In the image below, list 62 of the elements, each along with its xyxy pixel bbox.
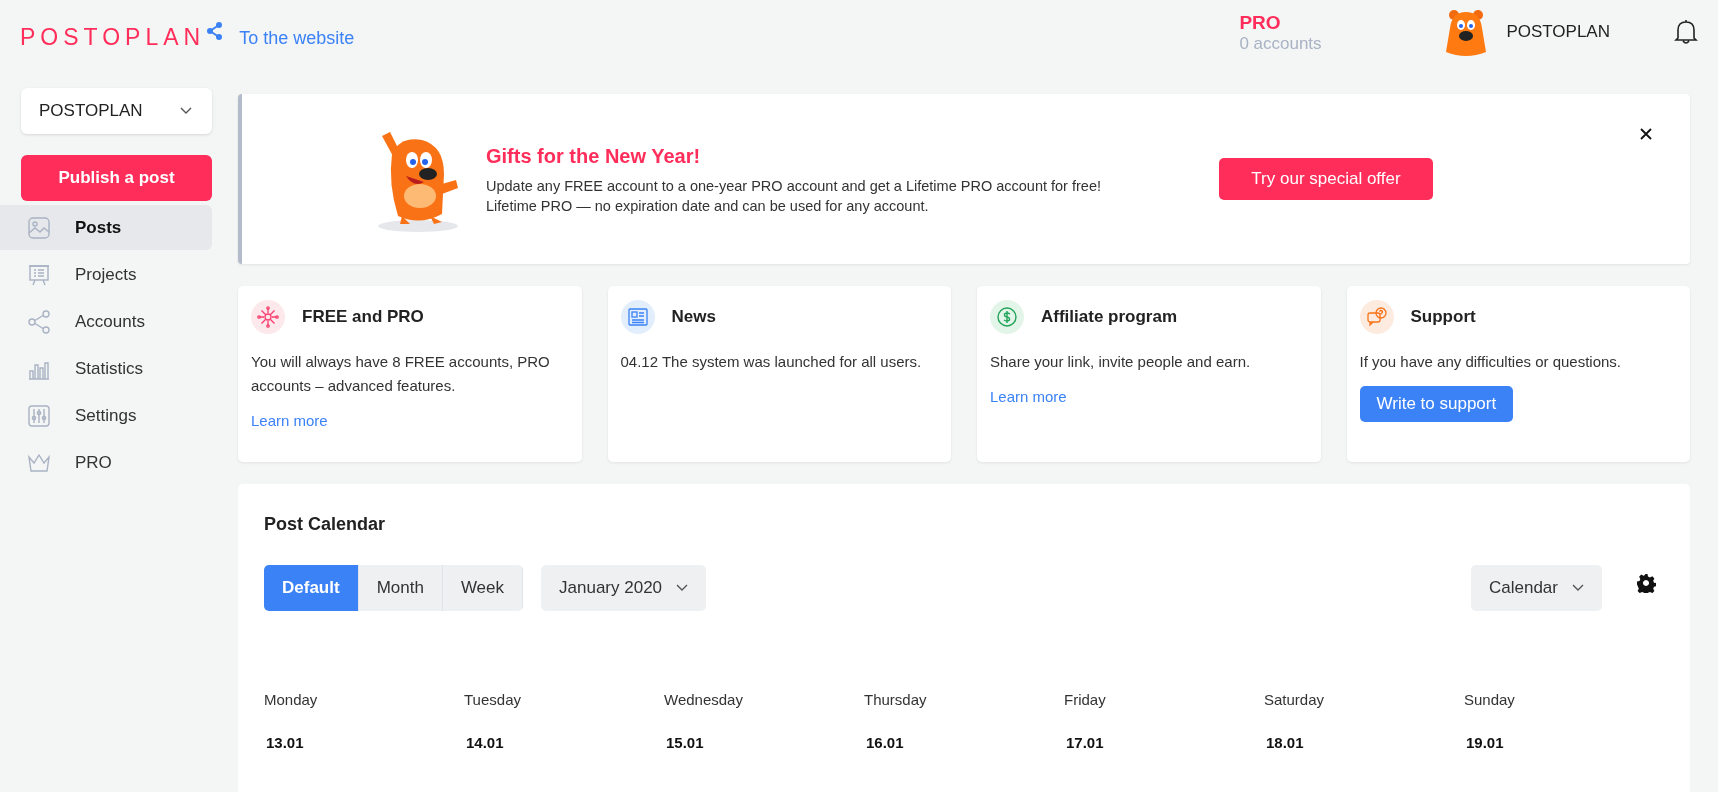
month-select[interactable]: January 2020 — [541, 565, 707, 611]
card-text: If you have any difficulties or questions. — [1359, 352, 1623, 372]
date-label: 18.01 — [1265, 734, 1305, 751]
dollar-icon — [990, 300, 1024, 334]
sidebar-item[interactable]: PRO — [0, 440, 212, 485]
weekday-label: Saturday — [1264, 691, 1326, 708]
share-icon — [207, 22, 224, 40]
plan-name: PRO — [1239, 12, 1282, 34]
sidebar-item[interactable]: Posts — [0, 205, 212, 250]
card-text: Share your link, invite people and earn. — [990, 352, 1252, 372]
publish-post-button[interactable]: Publish a post — [21, 155, 212, 201]
weekday-label: Monday — [264, 691, 319, 708]
weekday-label: Wednesday — [664, 691, 744, 708]
mascot-avatar-icon[interactable] — [1444, 8, 1489, 56]
special-offer-button[interactable]: Try our special offer — [1218, 158, 1433, 200]
card-title: Affiliate program — [1041, 307, 1178, 327]
share-icon — [27, 309, 51, 334]
card-title: FREE and PRO — [302, 307, 424, 327]
learn-more-link[interactable]: Learn more — [251, 412, 328, 429]
sidebar-item[interactable]: Settings — [0, 393, 212, 438]
easel-icon — [27, 262, 51, 287]
view-tab[interactable]: Default — [264, 565, 359, 611]
account-count: 0 accounts — [1239, 34, 1323, 54]
sidebar-item[interactable]: Projects — [0, 252, 212, 297]
view-tab[interactable]: Week — [442, 565, 524, 611]
chevron-down-icon — [180, 107, 192, 115]
view-mode-select[interactable]: Calendar — [1471, 565, 1602, 611]
weekday-label: Tuesday — [464, 691, 522, 708]
weekday-label: Sunday — [1464, 691, 1516, 708]
weekday-label: Thursday — [864, 691, 928, 708]
promo-title: Gifts for the New Year! — [486, 144, 702, 168]
card-title: News — [671, 307, 716, 327]
chevron-down-icon — [676, 584, 689, 592]
snowflake-icon — [251, 300, 285, 334]
settings-icon[interactable] — [1636, 573, 1656, 593]
promo-text: Lifetime PRO — no expiration date and can be used for any account. — [486, 197, 930, 214]
sliders-icon — [27, 403, 51, 428]
learn-more-link[interactable]: Learn more — [990, 388, 1067, 405]
picture-icon — [27, 215, 51, 240]
promo-text: Update any FREE account to a one-year PRO account and get a Lifetime PRO account for free! — [486, 177, 1101, 194]
card-text: You will always have 8 FREE accounts, PRO accounts – advanced features. — [251, 352, 551, 396]
date-label: 14.01 — [465, 734, 505, 751]
sidebar-item[interactable]: Statistics — [0, 346, 212, 391]
weekday-label: Friday — [1064, 691, 1107, 708]
project-select[interactable]: POSTOPLAN — [21, 88, 212, 134]
view-tab[interactable]: Month — [358, 565, 443, 611]
date-label: 15.01 — [665, 734, 705, 751]
sidebar-item[interactable]: Accounts — [0, 299, 212, 344]
close-icon[interactable] — [1640, 128, 1652, 140]
chevron-down-icon — [1572, 584, 1584, 592]
date-label: 19.01 — [1465, 734, 1505, 751]
calendar-title: Post Calendar — [264, 514, 387, 535]
date-label: 13.01 — [265, 734, 305, 751]
newspaper-icon — [620, 300, 655, 334]
date-label: 16.01 — [865, 734, 905, 751]
date-label: 17.01 — [1065, 734, 1105, 751]
chat-bubble-icon — [1359, 300, 1394, 334]
write-support-button[interactable]: Write to support — [1359, 386, 1514, 422]
bell-icon[interactable] — [1674, 19, 1698, 45]
card-title: Support — [1410, 307, 1476, 327]
user-name[interactable]: POSTOPLAN — [1506, 22, 1610, 42]
card-text: 04.12 The system was launched for all users. — [620, 352, 923, 372]
